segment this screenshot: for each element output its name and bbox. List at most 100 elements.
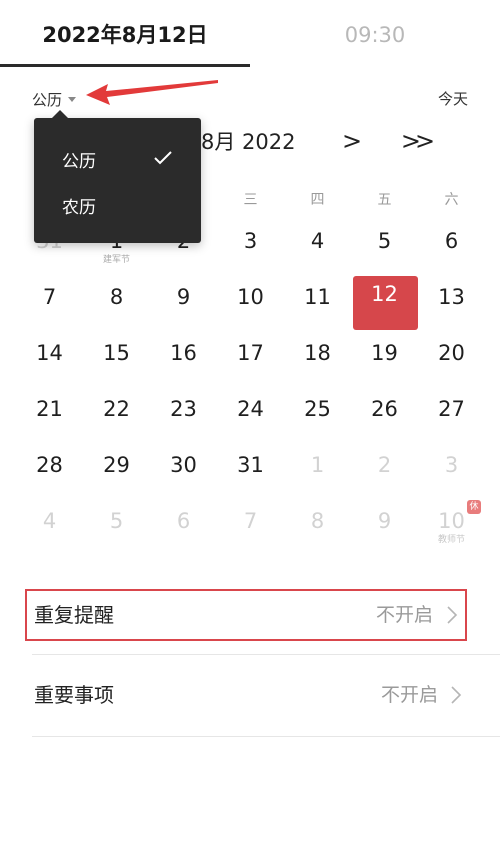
day-number: 15 bbox=[103, 341, 130, 365]
calendar-mode-switch[interactable]: 公历 bbox=[32, 86, 77, 112]
tab-active-indicator bbox=[0, 64, 250, 67]
chevron-right-icon bbox=[447, 606, 458, 624]
calendar-day[interactable]: 27 bbox=[418, 384, 485, 440]
calendar-day-grid: 311建军节2345678910111213141516171819202122… bbox=[16, 216, 486, 552]
day-number: 7 bbox=[42, 285, 57, 309]
calendar-day[interactable]: 28 bbox=[16, 440, 83, 496]
next-month-button[interactable]: > bbox=[340, 126, 364, 156]
calendar-day[interactable]: 5 bbox=[351, 216, 418, 272]
calendar-day[interactable]: 30 bbox=[150, 440, 217, 496]
day-number: 9 bbox=[176, 285, 191, 309]
calendar-day[interactable]: 4 bbox=[16, 496, 83, 552]
calendar-day[interactable]: 24 bbox=[217, 384, 284, 440]
calendar-day[interactable]: 1 bbox=[284, 440, 351, 496]
calendar-day[interactable]: 19 bbox=[351, 328, 418, 384]
divider bbox=[32, 654, 500, 655]
calendar-day[interactable]: 16 bbox=[150, 328, 217, 384]
day-number: 23 bbox=[170, 397, 197, 421]
day-number: 29 bbox=[103, 453, 130, 477]
calendar-day[interactable]: 10 教师节休 bbox=[418, 496, 485, 552]
day-number: 3 bbox=[243, 229, 258, 253]
calendar-day[interactable]: 6 bbox=[150, 496, 217, 552]
day-number: 26 bbox=[371, 397, 398, 421]
calendar-day[interactable]: 23 bbox=[150, 384, 217, 440]
dropdown-item-label: 公历 bbox=[62, 151, 96, 172]
calendar-day[interactable]: 9 bbox=[351, 496, 418, 552]
calendar-day-selected[interactable]: 12 bbox=[351, 272, 418, 330]
important-item-label: 重要事项 bbox=[34, 683, 114, 707]
day-number: 24 bbox=[237, 397, 264, 421]
day-number: 12 bbox=[371, 282, 398, 306]
calendar-day[interactable]: 18 bbox=[284, 328, 351, 384]
calendar-day[interactable]: 3 bbox=[418, 440, 485, 496]
calendar-day[interactable]: 21 bbox=[16, 384, 83, 440]
calendar-day[interactable]: 20 bbox=[418, 328, 485, 384]
repeat-reminder-label: 重复提醒 bbox=[34, 603, 114, 627]
calendar-day[interactable]: 25 bbox=[284, 384, 351, 440]
weekday-label: 六 bbox=[444, 192, 459, 208]
calendar-mode-dropdown: 公历 农历 bbox=[34, 110, 201, 243]
calendar-mode-label: 公历 bbox=[32, 90, 63, 109]
calendar-day[interactable]: 6 bbox=[418, 216, 485, 272]
calendar-day[interactable]: 31 bbox=[217, 440, 284, 496]
day-number: 9 bbox=[377, 509, 392, 533]
top-tabs: 2022年8月12日 09:30 bbox=[0, 0, 500, 70]
divider bbox=[32, 736, 500, 737]
tab-time[interactable]: 09:30 bbox=[250, 18, 500, 52]
dropdown-item-lunar[interactable]: 农历 bbox=[34, 182, 201, 228]
calendar-day[interactable]: 11 bbox=[284, 272, 351, 328]
calendar-day[interactable]: 22 bbox=[83, 384, 150, 440]
important-item-row[interactable]: 重要事项 不开启 bbox=[32, 670, 472, 720]
repeat-reminder-row[interactable]: 重复提醒 不开启 bbox=[25, 589, 467, 641]
holiday-badge: 休 bbox=[467, 500, 481, 514]
calendar-day[interactable]: 14 bbox=[16, 328, 83, 384]
calendar-day[interactable]: 2 bbox=[351, 440, 418, 496]
day-number: 7 bbox=[243, 509, 258, 533]
calendar-day[interactable]: 10 bbox=[217, 272, 284, 328]
day-number: 4 bbox=[42, 509, 57, 533]
calendar-day[interactable]: 5 bbox=[83, 496, 150, 552]
today-button[interactable]: 今天 bbox=[438, 86, 468, 112]
day-number: 31 bbox=[237, 453, 264, 477]
day-number: 6 bbox=[176, 509, 191, 533]
next-year-button[interactable]: >> bbox=[398, 126, 435, 156]
calendar-day[interactable]: 3 bbox=[217, 216, 284, 272]
calendar-day[interactable]: 7 bbox=[16, 272, 83, 328]
day-number: 4 bbox=[310, 229, 325, 253]
day-number: 10 bbox=[237, 285, 264, 309]
tab-date[interactable]: 2022年8月12日 bbox=[0, 18, 250, 52]
calendar-day[interactable]: 8 bbox=[284, 496, 351, 552]
calendar-day[interactable]: 26 bbox=[351, 384, 418, 440]
calendar-day[interactable]: 4 bbox=[284, 216, 351, 272]
red-arrow-annotation bbox=[86, 80, 218, 105]
day-number: 3 bbox=[444, 453, 459, 477]
day-number: 28 bbox=[36, 453, 63, 477]
day-number: 5 bbox=[377, 229, 392, 253]
day-number: 20 bbox=[438, 341, 465, 365]
calendar-day[interactable]: 29 bbox=[83, 440, 150, 496]
day-number: 17 bbox=[237, 341, 264, 365]
calendar-day[interactable]: 15 bbox=[83, 328, 150, 384]
calendar-day[interactable]: 8 bbox=[83, 272, 150, 328]
day-number: 8 bbox=[310, 509, 325, 533]
calendar-day[interactable]: 13 bbox=[418, 272, 485, 328]
day-number: 27 bbox=[438, 397, 465, 421]
day-number: 1 bbox=[310, 453, 325, 477]
weekday-label: 三 bbox=[243, 192, 258, 208]
calendar-day[interactable]: 9 bbox=[150, 272, 217, 328]
check-icon bbox=[154, 151, 172, 165]
repeat-reminder-value: 不开启 bbox=[375, 604, 433, 626]
day-number: 25 bbox=[304, 397, 331, 421]
chevron-right-icon bbox=[451, 686, 462, 704]
day-number: 11 bbox=[304, 285, 331, 309]
day-number: 19 bbox=[371, 341, 398, 365]
dropdown-item-solar[interactable]: 公历 bbox=[34, 136, 201, 182]
day-number: 22 bbox=[103, 397, 130, 421]
dropdown-item-label: 农历 bbox=[62, 197, 96, 218]
weekday-label: 四 bbox=[310, 192, 325, 208]
calendar-day[interactable]: 17 bbox=[217, 328, 284, 384]
day-number: 30 bbox=[170, 453, 197, 477]
day-number: 13 bbox=[438, 285, 465, 309]
calendar-day[interactable]: 7 bbox=[217, 496, 284, 552]
day-number: 6 bbox=[444, 229, 459, 253]
